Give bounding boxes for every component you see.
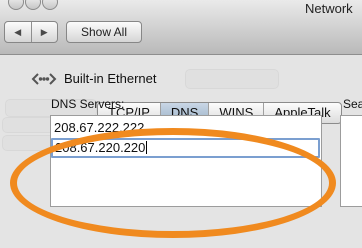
minimize-window-button[interactable] bbox=[25, 0, 41, 10]
close-window-button[interactable] bbox=[8, 0, 24, 10]
back-forward-group: ◀ ▶ bbox=[4, 21, 58, 43]
interface-name: Built-in Ethernet bbox=[64, 71, 157, 86]
faded-location-popup bbox=[185, 69, 279, 89]
search-domains-list[interactable] bbox=[340, 115, 362, 207]
highlight-annotation-oval bbox=[10, 128, 336, 238]
zoom-window-button[interactable] bbox=[42, 0, 58, 10]
dns-servers-label: DNS Servers: bbox=[51, 97, 125, 111]
show-all-button[interactable]: Show All bbox=[66, 21, 142, 43]
window-title: Network bbox=[305, 1, 353, 16]
title-bar: Network ◀ ▶ Show All bbox=[0, 0, 362, 55]
back-button[interactable]: ◀ bbox=[5, 22, 31, 42]
ethernet-icon bbox=[31, 73, 57, 85]
forward-arrow-icon: ▶ bbox=[40, 26, 48, 37]
forward-button[interactable]: ▶ bbox=[30, 22, 58, 42]
search-domains-label: Sea bbox=[343, 97, 362, 111]
back-arrow-icon: ◀ bbox=[14, 26, 22, 37]
